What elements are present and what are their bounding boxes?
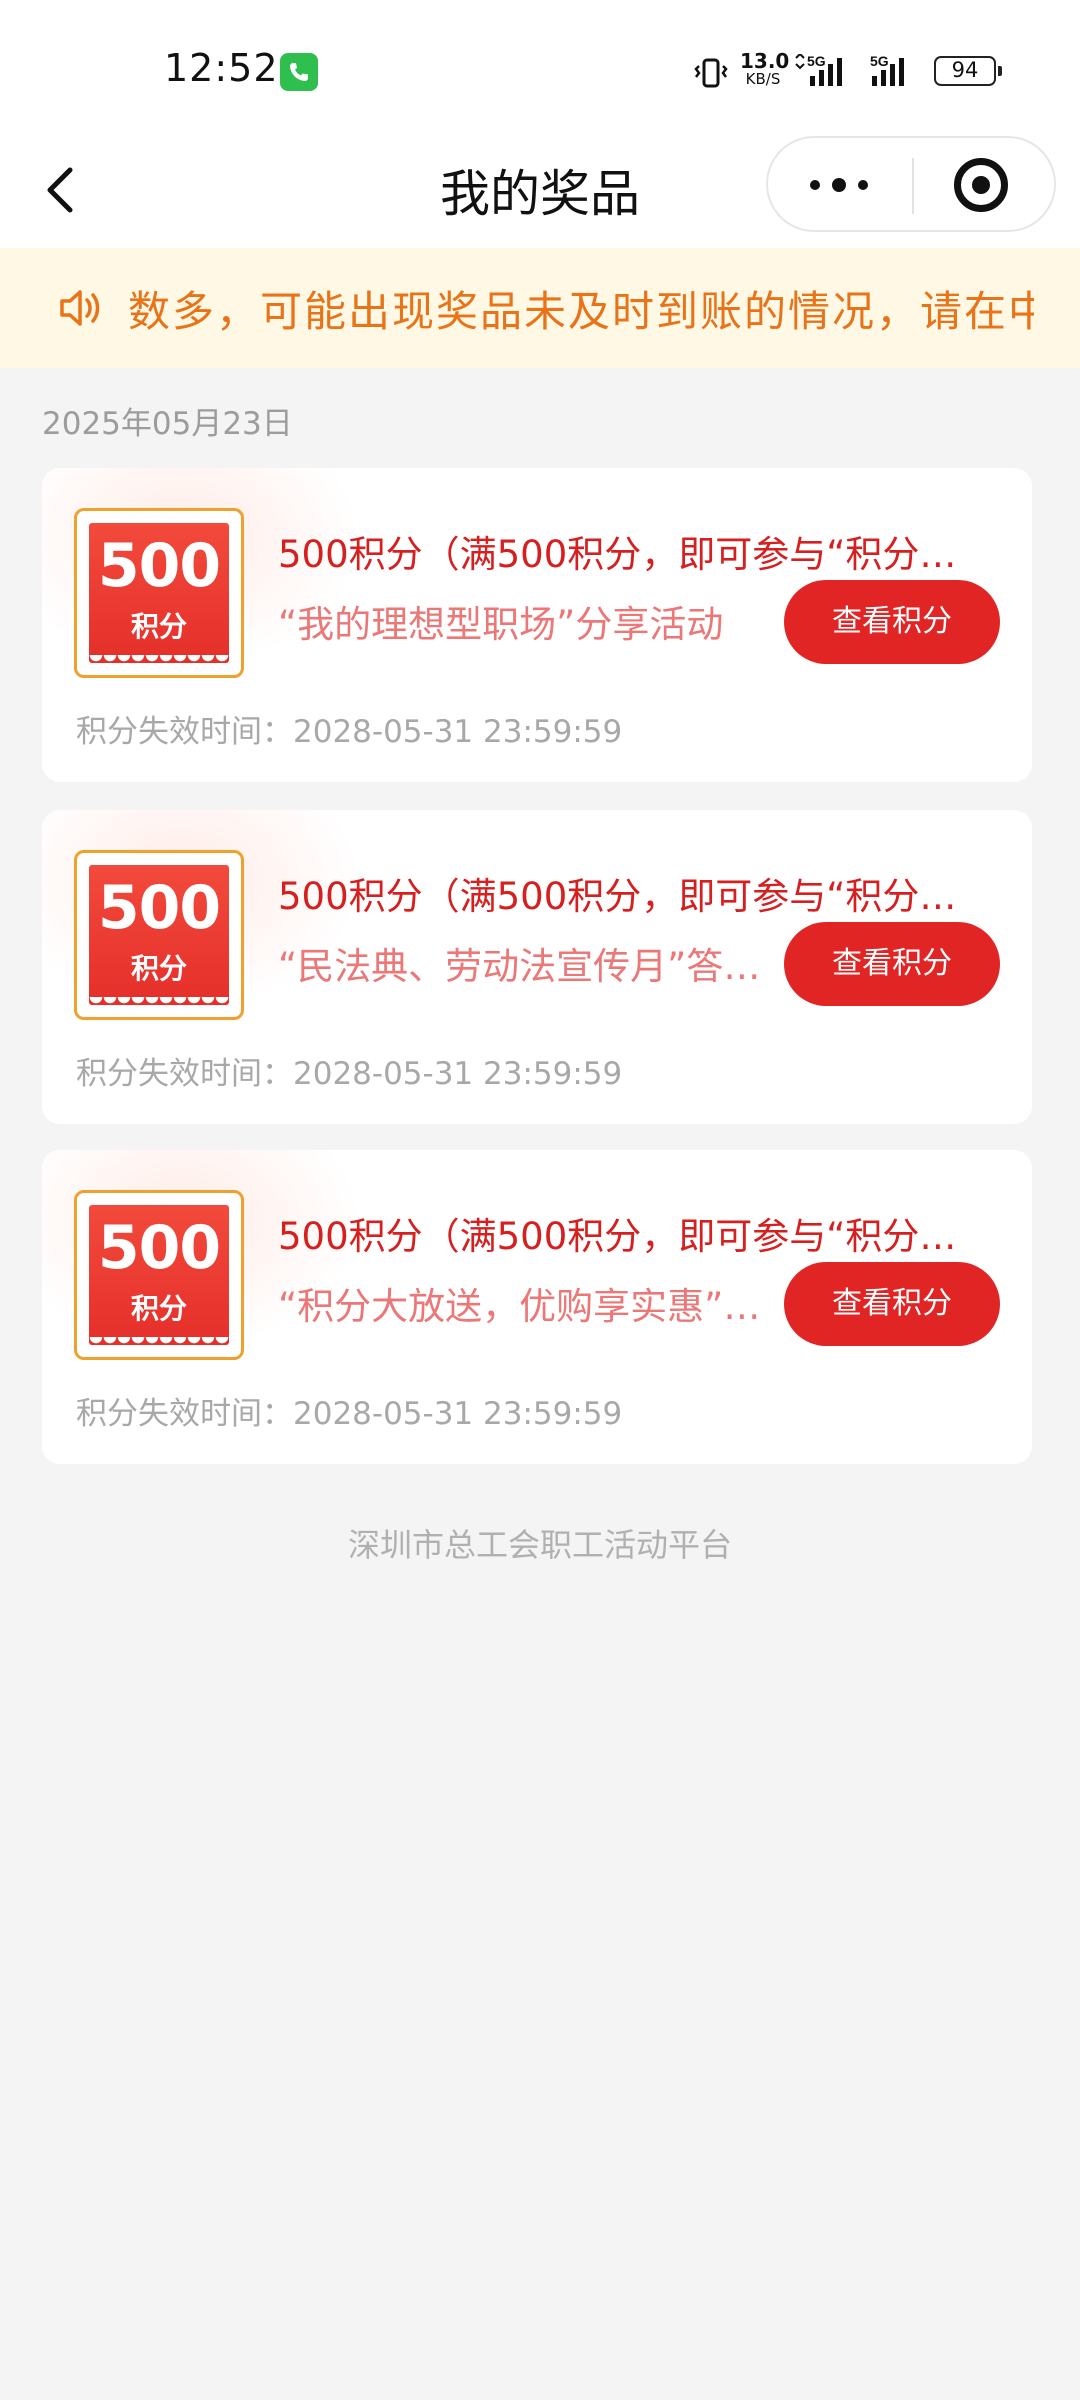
- prize-subtitle: “积分大放送，优购享实惠”…: [278, 1285, 761, 1328]
- view-points-button[interactable]: 查看积分: [784, 580, 1000, 664]
- signal-5g-icon-2: 5G: [870, 54, 904, 86]
- points-badge: 500 积分: [74, 1190, 244, 1360]
- target-close-icon-dot: [972, 176, 990, 194]
- net-speed: 13.0 KB/S: [740, 49, 790, 88]
- prize-card: 500 积分 500积分（满500积分，即可参与“积分… “我的理想型职场”分享…: [42, 468, 1032, 782]
- date-label: 2025年05月23日: [42, 406, 293, 442]
- vibrate-icon: [694, 58, 728, 92]
- view-points-button[interactable]: 查看积分: [784, 922, 1000, 1006]
- net-speed-unit: KB/S: [745, 70, 781, 88]
- prize-title: 500积分（满500积分，即可参与“积分…: [278, 1215, 957, 1258]
- status-bar: 12:52 13.0 KB/S 5G 5G 94: [0, 0, 1080, 136]
- badge-unit: 积分: [130, 952, 187, 985]
- prize-card: 500 积分 500积分（满500积分，即可参与“积分… “积分大放送，优购享实…: [42, 1150, 1032, 1464]
- badge-value: 500: [97, 873, 221, 943]
- signal-2-label: 5G: [870, 54, 889, 69]
- more-dot: [858, 180, 868, 190]
- more-button[interactable]: [768, 138, 912, 230]
- phone-call-icon: [280, 53, 318, 91]
- mini-program-capsule: [766, 136, 1056, 232]
- close-miniprogram-button[interactable]: [914, 138, 1054, 230]
- points-badge: 500 积分: [74, 508, 244, 678]
- points-ticket-icon: 500 积分: [89, 865, 229, 1005]
- expire-time: 积分失效时间：2028-05-31 23:59:59: [76, 1396, 623, 1432]
- nav-bar: 我的奖品: [0, 136, 1080, 248]
- badge-value: 500: [97, 531, 221, 601]
- prize-subtitle: “我的理想型职场”分享活动: [278, 603, 724, 646]
- badge-value: 500: [97, 1213, 221, 1283]
- points-badge: 500 积分: [74, 850, 244, 1020]
- badge-unit: 积分: [130, 1292, 187, 1325]
- net-speed-value: 13.0: [740, 49, 790, 73]
- points-ticket-icon: 500 积分: [89, 1205, 229, 1345]
- prize-card: 500 积分 500积分（满500积分，即可参与“积分… “民法典、劳动法宣传月…: [42, 810, 1032, 1124]
- prize-title: 500积分（满500积分，即可参与“积分…: [278, 875, 957, 918]
- signal-5g-icon: 5G: [795, 54, 842, 86]
- speaker-icon: [60, 290, 100, 326]
- expire-time: 积分失效时间：2028-05-31 23:59:59: [76, 714, 623, 750]
- more-dot-center: [832, 178, 846, 192]
- notice-text: 数多，可能出现奖品未及时到账的情况，请在中奖: [128, 287, 1034, 336]
- status-time: 12:52: [164, 46, 279, 90]
- prize-subtitle: “民法典、劳动法宣传月”答…: [278, 945, 761, 988]
- signal-1-label: 5G: [807, 54, 826, 69]
- prize-title: 500积分（满500积分，即可参与“积分…: [278, 533, 957, 576]
- expire-time: 积分失效时间：2028-05-31 23:59:59: [76, 1056, 623, 1092]
- notice-bar[interactable]: 数多，可能出现奖品未及时到账的情况，请在中奖: [0, 248, 1080, 368]
- view-points-button[interactable]: 查看积分: [784, 1262, 1000, 1346]
- badge-unit: 积分: [130, 610, 187, 643]
- footer-platform-name: 深圳市总工会职工活动平台: [347, 1526, 732, 1564]
- points-ticket-icon: 500 积分: [89, 523, 229, 663]
- more-dot: [810, 180, 820, 190]
- battery-indicator: 94: [934, 56, 1002, 86]
